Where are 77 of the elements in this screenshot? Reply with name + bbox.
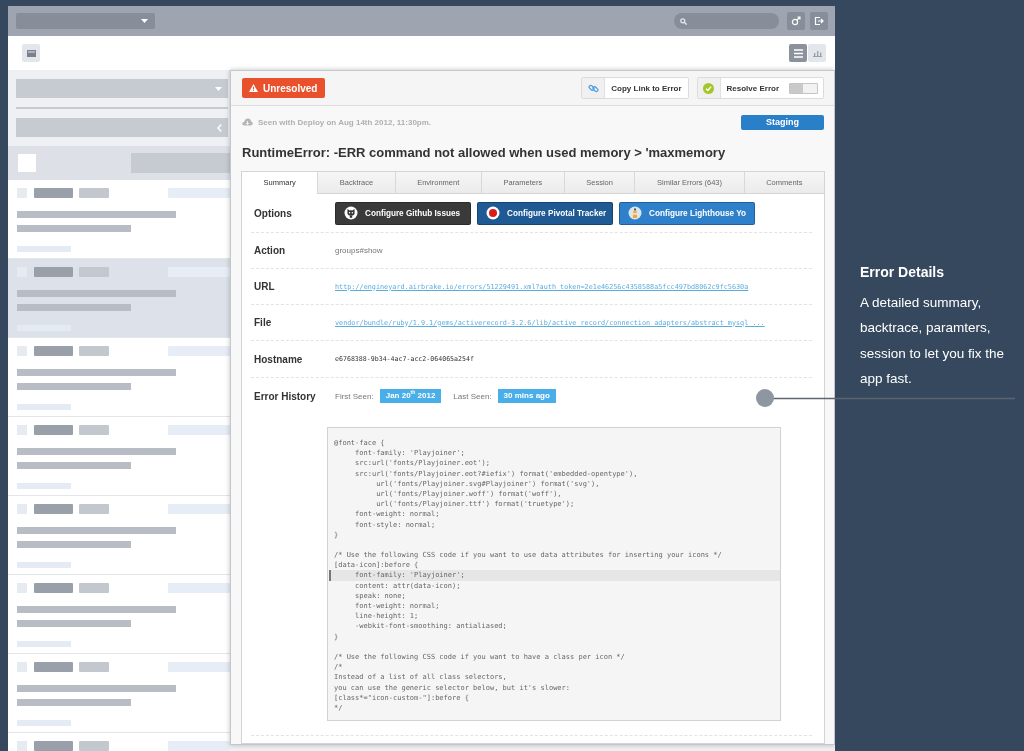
- placeholder-square: [17, 740, 27, 751]
- list-item[interactable]: [8, 417, 230, 496]
- callout-title: Error Details: [860, 263, 946, 281]
- placeholder-tag: [34, 345, 73, 356]
- placeholder-tag: [34, 740, 73, 751]
- placeholder-tag: [79, 345, 109, 356]
- field-label: Options: [253, 207, 293, 219]
- placeholder-bar: [168, 503, 230, 514]
- placeholder-square: [17, 424, 27, 435]
- placeholder-tag: [34, 187, 73, 198]
- caret-down-icon: [141, 19, 148, 23]
- callout-text: A detailed summary, backtrace, paramters, session to let you fix the app fast.: [860, 294, 1006, 388]
- placeholder-tag: [79, 582, 109, 593]
- copy-link-button[interactable]: Copy Link to Error: [581, 77, 689, 99]
- deploy-note: Seen with Deploy on Aug 14th 2012, 11:30pm.: [258, 117, 432, 127]
- list-item[interactable]: [8, 259, 230, 338]
- placeholder-tag: [79, 661, 109, 672]
- list-item[interactable]: [8, 338, 230, 417]
- dropdown-field[interactable]: [16, 13, 155, 29]
- action-value: groups#show: [335, 246, 383, 255]
- first-seen-label: First Seen:: [335, 391, 374, 401]
- placeholder-tag: [79, 740, 109, 751]
- link-icon: [582, 78, 606, 98]
- placeholder-bar: [168, 345, 230, 356]
- field-label: Hostname: [253, 353, 304, 365]
- placeholder-square: [17, 345, 27, 356]
- placeholder-tag: [79, 424, 109, 435]
- card-icon[interactable]: [22, 44, 40, 62]
- placeholder-square: [17, 582, 27, 593]
- configure-button[interactable]: Configure Lighthouse Yo: [619, 201, 755, 225]
- list-item[interactable]: [8, 180, 230, 259]
- last-seen-date: 30 mins ago: [497, 389, 556, 403]
- environment-badge: Staging: [741, 114, 824, 130]
- placeholder-tag: [34, 503, 73, 514]
- configure-button[interactable]: Configure Github Issues: [335, 201, 471, 225]
- search-field[interactable]: [674, 13, 779, 29]
- placeholder-bar: [168, 582, 230, 593]
- placeholder-square: [17, 503, 27, 514]
- last-seen-label: Last Seen:: [453, 391, 492, 401]
- list-item[interactable]: [8, 575, 230, 654]
- warning-icon: [249, 84, 258, 92]
- placeholder-tag: [34, 661, 73, 672]
- list-item[interactable]: [8, 496, 230, 575]
- placeholder-tag: [34, 424, 73, 435]
- cat-icon: [344, 206, 358, 220]
- placeholder-square: [17, 661, 27, 672]
- search-icon: [680, 17, 687, 25]
- circle-dot-icon: [486, 206, 500, 220]
- placeholder-square: [17, 187, 27, 198]
- field-label: Error History: [253, 390, 317, 402]
- unresolved-button[interactable]: Unresolved: [242, 78, 326, 98]
- field-label: File: [253, 317, 273, 328]
- cloud-icon: [242, 118, 253, 126]
- error-title: RuntimeError: -ERR command not allowed when used memory > 'maxmemory: [242, 145, 727, 161]
- first-seen-date: Jan 20$^{th}$ 2012: [379, 389, 442, 403]
- placeholder-tag: [79, 503, 109, 514]
- caret-down-icon: [215, 86, 222, 91]
- list-item[interactable]: [8, 654, 230, 733]
- placeholder-bar: [168, 266, 230, 277]
- checkbox[interactable]: [18, 154, 36, 172]
- placeholder-tag: [79, 187, 109, 198]
- placeholder-tag: [34, 582, 73, 593]
- lighthouse-icon: [628, 206, 642, 220]
- field-label: Action: [253, 245, 287, 256]
- chevron-left-icon: [217, 123, 222, 132]
- placeholder-bar: [168, 661, 230, 672]
- bar-chart-icon[interactable]: [808, 44, 826, 62]
- toggle-switch[interactable]: [789, 82, 818, 94]
- resolve-error-label: Resolve Error: [726, 83, 779, 93]
- placeholder-tag: [34, 266, 73, 277]
- configure-button[interactable]: Configure Pivotal Tracker: [477, 201, 613, 225]
- placeholder-bar: [168, 424, 230, 435]
- list-icon[interactable]: [789, 44, 807, 62]
- field-label: URL: [253, 281, 276, 292]
- placeholder-tag: [79, 266, 109, 277]
- placeholder-bar: [168, 187, 230, 198]
- logout-icon[interactable]: [810, 12, 828, 30]
